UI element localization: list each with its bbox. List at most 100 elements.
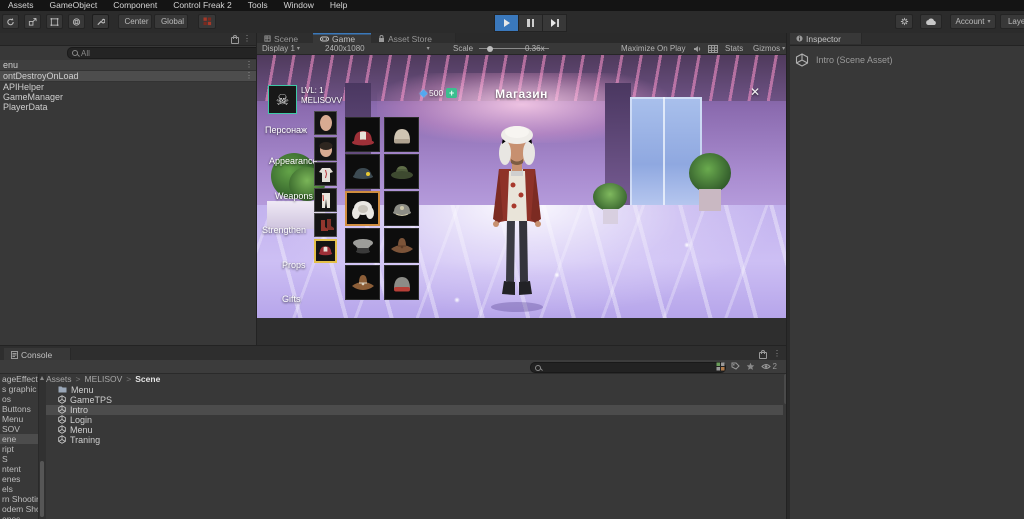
- project-folder-Buttons[interactable]: Buttons: [0, 404, 38, 414]
- shop-menu-item-appearance[interactable]: Appearance: [269, 156, 318, 166]
- gizmos-dropdown[interactable]: Gizmos▾: [753, 43, 785, 54]
- hierarchy-row-APIHelper[interactable]: APIHelper: [0, 82, 257, 92]
- scroll-thumb[interactable]: [40, 461, 44, 517]
- project-folder-ript[interactable]: ript: [0, 444, 38, 454]
- menu-tools[interactable]: Tools: [240, 0, 276, 11]
- lock-icon[interactable]: [231, 37, 239, 44]
- favorite-star-icon[interactable]: [746, 362, 755, 371]
- scale-tool-button[interactable]: [24, 14, 41, 29]
- shop-menu-item-weapons[interactable]: Weapons: [275, 191, 313, 201]
- shop-item-gray-captain-cap[interactable]: [345, 228, 380, 263]
- breadcrumb-melisov[interactable]: MELISOV: [84, 374, 122, 385]
- hierarchy-row-GameManager[interactable]: GameManager: [0, 92, 257, 102]
- project-folder-ageEffects[interactable]: ageEffects: [0, 374, 38, 384]
- category-face[interactable]: [314, 111, 337, 135]
- project-folder-Menu[interactable]: Menu: [0, 414, 38, 424]
- hierarchy-row-enu[interactable]: enu⋮: [0, 60, 257, 71]
- custom-tool-button[interactable]: [92, 14, 109, 29]
- scroll-up-arrow[interactable]: [40, 376, 44, 380]
- project-file-Menu[interactable]: Menu: [46, 425, 783, 435]
- filter-type-icon[interactable]: [716, 362, 725, 371]
- project-folder-rn-Shootir[interactable]: rn Shootir: [0, 494, 38, 504]
- project-folder-SOV[interactable]: SOV: [0, 424, 38, 434]
- project-folder-odem-Shoc[interactable]: odem Shoc: [0, 504, 38, 514]
- shop-item-white-fur-ushanka[interactable]: [345, 191, 380, 226]
- shop-item-gray-military-cap[interactable]: [384, 191, 419, 226]
- category-cap[interactable]: [314, 239, 337, 263]
- project-folder-os[interactable]: os: [0, 394, 38, 404]
- pivot-center-button[interactable]: Center: [118, 14, 152, 29]
- player-avatar[interactable]: ☠: [268, 85, 297, 114]
- tab-inspector[interactable]: Inspector: [789, 33, 862, 44]
- label-icon[interactable]: [731, 362, 740, 370]
- breadcrumb-scene[interactable]: Scene: [135, 374, 160, 385]
- category-hair[interactable]: [314, 137, 337, 161]
- stats-toggle[interactable]: Stats: [725, 43, 743, 54]
- menu-component[interactable]: Component: [105, 0, 165, 11]
- shop-item-beige-knit-beanie[interactable]: [384, 117, 419, 152]
- shop-item-dark-flat-cap[interactable]: [345, 154, 380, 189]
- project-search-input[interactable]: [530, 362, 726, 373]
- project-folder-els[interactable]: els: [0, 484, 38, 494]
- project-file-Login[interactable]: Login: [46, 415, 783, 425]
- hidden-count[interactable]: 2: [761, 362, 777, 371]
- project-file-GameTPS[interactable]: GameTPS: [46, 395, 783, 405]
- console-kebab-icon[interactable]: ⋮: [773, 350, 781, 358]
- shop-item-gray-red-beanie[interactable]: [384, 265, 419, 300]
- rotate-tool-button[interactable]: [2, 14, 19, 29]
- project-file-Traning[interactable]: Traning: [46, 435, 783, 445]
- control-freak-button[interactable]: [198, 14, 216, 29]
- project-folder-ntent[interactable]: ntent: [0, 464, 38, 474]
- row-kebab-icon[interactable]: ⋮: [245, 72, 253, 80]
- shop-menu-item-gifts[interactable]: Gifts: [282, 294, 301, 304]
- shop-item-camo-boonie-hat[interactable]: [384, 154, 419, 189]
- divider[interactable]: [786, 33, 790, 519]
- shop-item-brown-cowboy-hat[interactable]: [384, 228, 419, 263]
- cloud-button[interactable]: [920, 14, 942, 29]
- add-currency-button[interactable]: +: [446, 88, 457, 98]
- project-file-Intro[interactable]: Intro: [46, 405, 783, 415]
- project-folder-s-graphic[interactable]: s graphic: [0, 384, 38, 394]
- shop-menu-item-strengthen[interactable]: Strengthen: [262, 225, 306, 235]
- rect-tool-button[interactable]: [46, 14, 63, 29]
- breadcrumb-assets[interactable]: Assets: [46, 374, 72, 385]
- shop-menu-item-персонаж[interactable]: Персонаж: [265, 125, 307, 135]
- resolution-dropdown[interactable]: 2400x1080▾: [325, 43, 430, 54]
- project-folder-ene[interactable]: ene: [0, 434, 38, 444]
- transform-tool-button[interactable]: [68, 14, 85, 29]
- category-outfit[interactable]: [314, 162, 337, 186]
- divider[interactable]: [256, 33, 257, 345]
- menu-window[interactable]: Window: [276, 0, 322, 11]
- project-folder-enes[interactable]: enes: [0, 474, 38, 484]
- hierarchy-row-PlayerData[interactable]: PlayerData: [0, 102, 257, 112]
- pause-button[interactable]: [518, 14, 543, 32]
- category-pants[interactable]: [314, 188, 337, 212]
- menu-gameobject[interactable]: GameObject: [42, 0, 106, 11]
- account-dropdown[interactable]: Account▾: [950, 14, 996, 29]
- settings-button[interactable]: [895, 14, 913, 29]
- console-lock-icon[interactable]: [759, 352, 767, 359]
- project-file-Menu[interactable]: Menu: [46, 385, 783, 395]
- stats-grid-toggle[interactable]: [708, 43, 718, 54]
- menu-help[interactable]: Help: [322, 0, 355, 11]
- row-kebab-icon[interactable]: ⋮: [245, 61, 253, 69]
- shop-item-red-trucker-cap[interactable]: [345, 117, 380, 152]
- step-button[interactable]: [542, 14, 567, 32]
- maximize-on-play-toggle[interactable]: Maximize On Play: [621, 43, 685, 54]
- kebab-menu-icon[interactable]: ⋮: [243, 35, 251, 43]
- project-folder-enes[interactable]: enes: [0, 514, 38, 519]
- layers-dropdown[interactable]: Layers: [1000, 14, 1024, 29]
- hierarchy-row-ontDestroyOnLoad[interactable]: ontDestroyOnLoad⋮: [0, 71, 257, 82]
- category-boots[interactable]: [314, 213, 337, 237]
- project-folder-S[interactable]: S: [0, 454, 38, 464]
- menu-assets[interactable]: Assets: [0, 0, 42, 11]
- close-shop-button[interactable]: ✕: [750, 85, 760, 99]
- hierarchy-search-input[interactable]: All: [67, 47, 263, 59]
- folder-scrollbar[interactable]: [38, 374, 46, 519]
- axis-global-button[interactable]: Global: [154, 14, 188, 29]
- display-dropdown[interactable]: Display 1▾: [262, 43, 300, 54]
- shop-item-brown-sheriff-hat[interactable]: [345, 265, 380, 300]
- shop-menu-item-props[interactable]: Props: [282, 260, 306, 270]
- mute-audio-toggle[interactable]: [693, 43, 701, 54]
- menu-control-freak-2[interactable]: Control Freak 2: [165, 0, 240, 11]
